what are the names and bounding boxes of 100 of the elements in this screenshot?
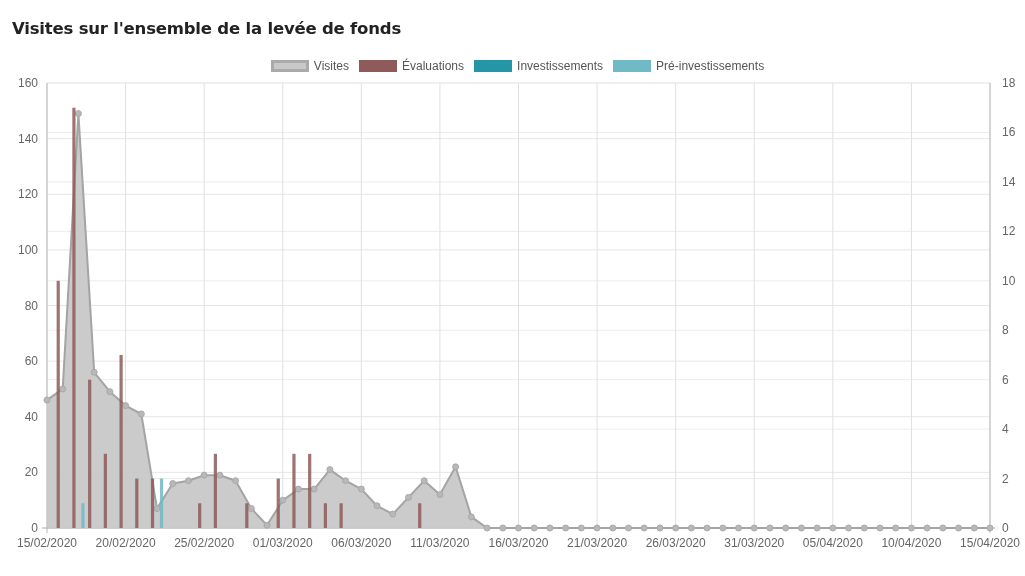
data-point xyxy=(342,477,350,485)
data-point xyxy=(294,485,302,493)
data-point xyxy=(703,524,711,532)
axis-tick-label: 160 xyxy=(17,76,38,90)
data-point xyxy=(389,510,397,518)
data-point xyxy=(530,524,538,532)
bar xyxy=(150,478,155,528)
axis-tick-label: 60 xyxy=(24,354,38,369)
data-point xyxy=(137,410,145,418)
axis-tick-label: 10 xyxy=(1002,273,1016,288)
bar xyxy=(198,503,202,528)
data-point xyxy=(90,368,98,376)
data-point xyxy=(907,524,915,532)
data-point xyxy=(719,524,727,532)
data-point xyxy=(860,524,868,532)
data-point xyxy=(420,477,428,485)
bar xyxy=(245,503,249,528)
axis-tick-label: 40 xyxy=(24,409,38,424)
data-point xyxy=(923,524,931,532)
data-point xyxy=(939,524,947,532)
axis-tick-label: 100 xyxy=(17,242,38,257)
bar xyxy=(276,478,280,528)
data-point xyxy=(609,524,617,532)
axis-tick-label: 15/04/2020 xyxy=(959,536,1021,550)
axis-tick-label: 01/03/2020 xyxy=(252,536,313,550)
legend-label[interactable]: Évaluations xyxy=(402,59,465,73)
axis-tick-label: 25/02/2020 xyxy=(174,536,235,550)
legend-label[interactable]: Pré-investissements xyxy=(656,59,765,73)
data-point xyxy=(672,524,680,532)
axis-tick-label: 2 xyxy=(1002,471,1009,486)
axis-tick-label: 21/03/2020 xyxy=(567,536,628,550)
data-point xyxy=(357,485,365,493)
data-point xyxy=(59,385,67,393)
data-point xyxy=(813,524,821,532)
axis-tick-label: 26/03/2020 xyxy=(645,536,706,550)
data-point xyxy=(892,524,900,532)
data-point xyxy=(845,524,853,532)
data-point xyxy=(829,524,837,532)
data-point xyxy=(640,524,648,532)
bar xyxy=(418,503,422,528)
axis-tick-label: 12 xyxy=(1002,224,1016,239)
axis-tick-label: 20 xyxy=(24,465,38,480)
data-point xyxy=(687,524,695,532)
bar xyxy=(135,478,139,528)
data-point xyxy=(436,491,444,499)
data-point xyxy=(515,524,522,532)
axis-tick-label: 16 xyxy=(1002,125,1016,140)
data-point xyxy=(122,402,130,410)
axis-tick-label: 4 xyxy=(1002,422,1009,437)
data-point xyxy=(750,524,758,532)
data-point xyxy=(656,524,664,532)
bar xyxy=(339,503,343,528)
data-point xyxy=(405,493,412,501)
axis-tick-label: 31/03/2020 xyxy=(724,536,785,550)
axis-tick-label: 20/02/2020 xyxy=(95,536,156,550)
chart-title: Visites sur l'ensemble de la levée de fonds xyxy=(12,19,401,38)
legend-label[interactable]: Investissements xyxy=(517,59,604,73)
data-point xyxy=(279,496,287,504)
axis-tick-label: 16/03/2020 xyxy=(488,536,549,550)
data-point xyxy=(782,524,790,532)
data-point xyxy=(577,524,585,532)
axis-tick-label: 80 xyxy=(24,298,38,313)
data-point xyxy=(467,513,475,521)
data-point xyxy=(766,524,774,532)
data-point xyxy=(876,524,884,532)
axis-tick-label: 14 xyxy=(1002,174,1016,189)
axis-tick-label: 0 xyxy=(31,521,38,535)
data-point xyxy=(955,524,963,532)
legend-label[interactable]: Visites xyxy=(313,59,349,73)
data-point xyxy=(797,524,805,532)
data-point xyxy=(153,505,161,513)
data-point xyxy=(200,471,208,479)
data-point xyxy=(452,463,460,471)
data-point xyxy=(247,505,255,513)
axis-tick-label: 15/02/2020 xyxy=(16,536,78,550)
data-point xyxy=(232,477,240,485)
data-point xyxy=(562,524,570,532)
data-point xyxy=(106,388,114,396)
axis-tick-label: 18 xyxy=(1002,76,1016,90)
data-point xyxy=(625,524,632,532)
data-point xyxy=(74,110,82,118)
axis-tick-label: 11/03/2020 xyxy=(410,536,470,550)
data-point xyxy=(184,477,192,485)
data-point xyxy=(499,524,507,532)
axis-tick-label: 05/04/2020 xyxy=(802,536,863,550)
data-point xyxy=(216,471,224,479)
data-point xyxy=(373,502,381,510)
bar xyxy=(81,503,85,528)
data-point xyxy=(546,524,554,532)
axis-tick-label: 120 xyxy=(17,187,38,202)
data-point xyxy=(326,466,334,474)
axis-tick-label: 8 xyxy=(1002,323,1009,338)
data-point xyxy=(310,485,318,493)
bar xyxy=(323,503,327,528)
axis-tick-label: 0 xyxy=(1002,521,1009,535)
axis-tick-label: 140 xyxy=(17,131,38,146)
bar xyxy=(159,478,164,528)
axis-tick-label: 06/03/2020 xyxy=(331,536,392,550)
data-point xyxy=(735,524,743,532)
data-point xyxy=(970,524,978,532)
